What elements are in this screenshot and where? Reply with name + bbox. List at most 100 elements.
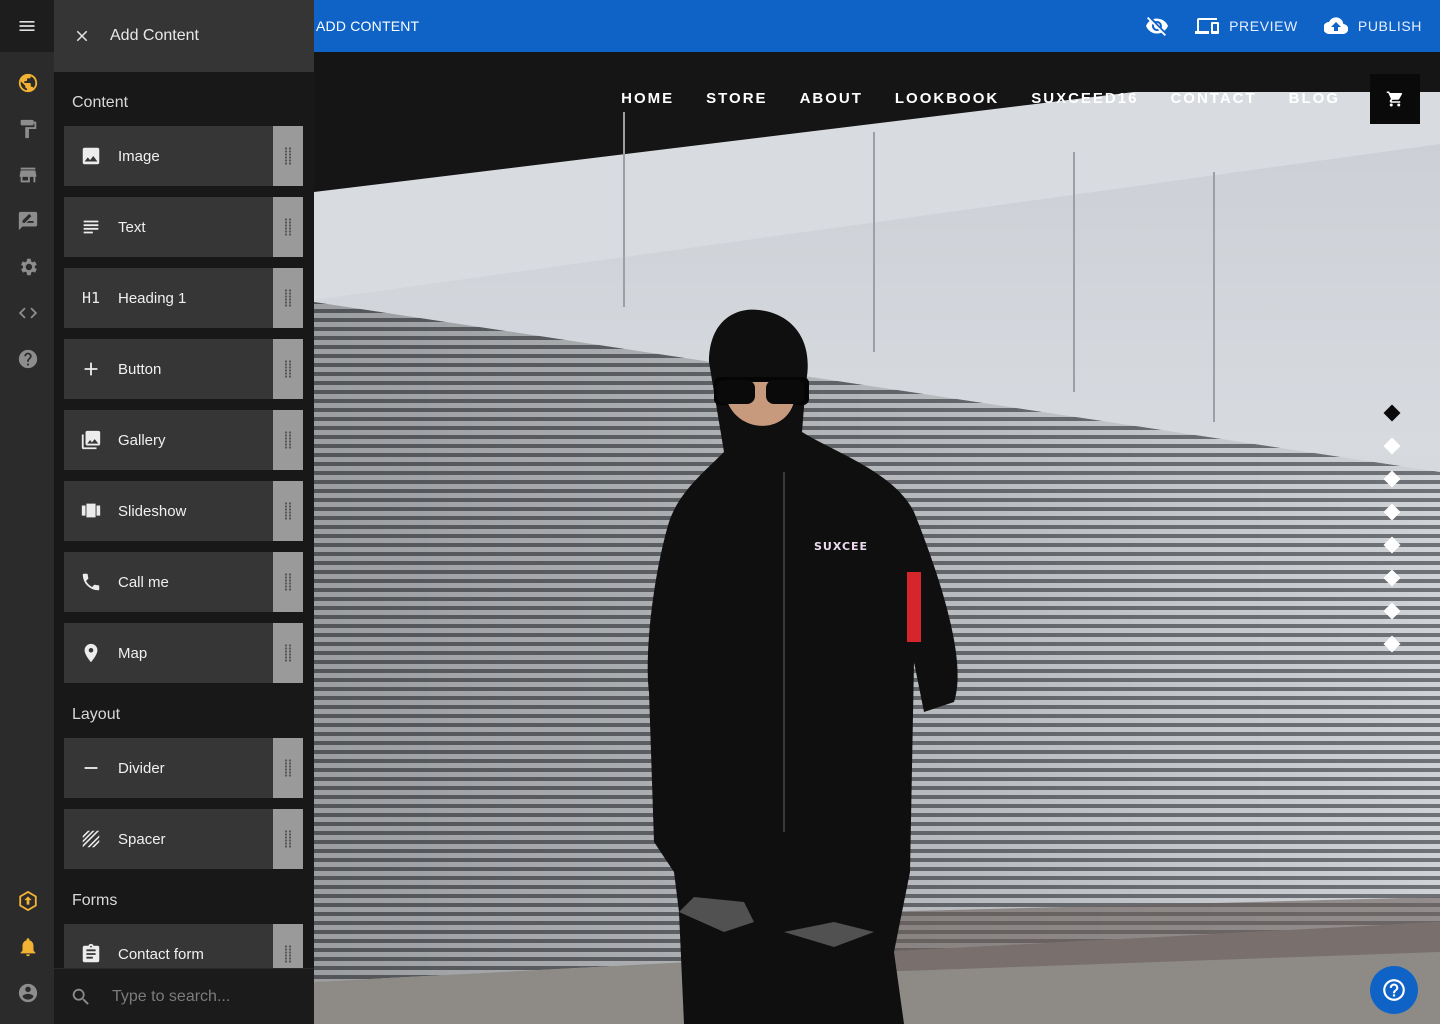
item-label: Map xyxy=(118,644,148,662)
hide-preview-button[interactable] xyxy=(1145,14,1169,38)
drag-handle-icon xyxy=(284,573,292,591)
layout-item-spacer[interactable]: Spacer xyxy=(64,809,303,869)
slide-indicator[interactable] xyxy=(1383,602,1401,620)
text-icon xyxy=(64,197,118,257)
item-label: Contact form xyxy=(118,945,204,963)
slide-indicator[interactable] xyxy=(1383,470,1401,488)
drag-handle[interactable] xyxy=(273,197,303,257)
plus-icon xyxy=(64,339,118,399)
item-label: Divider xyxy=(118,759,165,777)
search-icon xyxy=(72,988,89,1005)
drag-handle-icon xyxy=(284,945,292,963)
content-item-gallery[interactable]: Gallery xyxy=(64,410,303,470)
slide-indicator[interactable] xyxy=(1383,635,1401,653)
drag-handle[interactable] xyxy=(273,339,303,399)
editor-top-bar: ADD CONTENT PREVIEW PUBLISH xyxy=(314,0,1440,52)
code-icon[interactable] xyxy=(14,299,42,327)
item-label: Call me xyxy=(118,573,169,591)
help-button[interactable] xyxy=(1370,966,1418,1014)
devices-icon xyxy=(1195,18,1220,34)
drag-handle[interactable] xyxy=(273,126,303,186)
menu-button[interactable] xyxy=(0,0,54,52)
section-title-layout: Layout xyxy=(72,706,121,723)
item-label: Spacer xyxy=(118,830,166,848)
layout-item-divider[interactable]: Divider xyxy=(64,738,303,798)
content-item-heading-1[interactable]: H1 Heading 1 xyxy=(64,268,303,328)
drag-handle[interactable] xyxy=(273,410,303,470)
heading-icon: H1 xyxy=(64,268,118,328)
drag-handle[interactable] xyxy=(273,268,303,328)
top-bar-actions: PREVIEW PUBLISH xyxy=(1119,0,1422,52)
globe-icon[interactable] xyxy=(14,69,42,97)
slide-indicator[interactable] xyxy=(1383,569,1401,587)
site-navigation: HOME STORE ABOUT LOOKBOOK SUXCEED16 CONT… xyxy=(589,90,1340,107)
slide-indicator[interactable] xyxy=(1383,404,1401,422)
search-input[interactable] xyxy=(112,987,292,1006)
current-section-label: ADD CONTENT xyxy=(316,18,420,34)
content-item-image[interactable]: Image xyxy=(64,126,303,186)
bell-icon[interactable] xyxy=(14,933,42,961)
site-preview[interactable]: SUXCEE HOME STORE ABOUT LOOKBOOK SUXCEED… xyxy=(314,52,1440,1024)
panel-title: Add Content xyxy=(110,27,199,44)
nav-link-lookbook[interactable]: LOOKBOOK xyxy=(895,90,999,107)
item-label: Gallery xyxy=(118,431,166,449)
close-icon[interactable] xyxy=(72,26,92,46)
cloud-upload-icon xyxy=(1323,17,1348,35)
store-icon[interactable] xyxy=(14,161,42,189)
divider-icon xyxy=(64,738,118,798)
content-item-map[interactable]: Map xyxy=(64,623,303,683)
gallery-icon xyxy=(64,410,118,470)
drag-handle[interactable] xyxy=(273,623,303,683)
slide-indicator[interactable] xyxy=(1383,503,1401,521)
drag-handle-icon xyxy=(284,502,292,520)
cart-button[interactable] xyxy=(1370,74,1420,124)
section-title-content: Content xyxy=(72,94,129,111)
preview-button[interactable]: PREVIEW xyxy=(1195,14,1298,38)
slide-indicator[interactable] xyxy=(1383,437,1401,455)
slideshow-icon xyxy=(64,481,118,541)
phone-icon xyxy=(64,552,118,612)
drag-handle-icon xyxy=(284,360,292,378)
cart-icon xyxy=(1386,91,1403,107)
nav-link-about[interactable]: ABOUT xyxy=(800,90,863,107)
help-circle-icon xyxy=(1383,979,1405,1001)
heading-glyph: H1 xyxy=(81,289,101,307)
map-pin-icon xyxy=(64,623,118,683)
panel-header: Add Content xyxy=(54,0,314,72)
menu-icon xyxy=(19,21,35,31)
publish-label: PUBLISH xyxy=(1357,18,1422,34)
drag-handle-icon xyxy=(284,431,292,449)
section-title-forms: Forms xyxy=(72,892,118,909)
slide-indicator[interactable] xyxy=(1383,536,1401,554)
account-icon[interactable] xyxy=(14,979,42,1007)
edit-post-icon[interactable] xyxy=(14,207,42,235)
paint-roller-icon[interactable] xyxy=(14,115,42,143)
item-label: Slideshow xyxy=(118,502,187,520)
drag-handle[interactable] xyxy=(273,552,303,612)
upgrade-icon[interactable] xyxy=(14,887,42,915)
nav-link-blog[interactable]: BLOG xyxy=(1289,90,1340,107)
drag-handle[interactable] xyxy=(273,481,303,541)
drag-handle[interactable] xyxy=(273,809,303,869)
nav-link-suxceed16[interactable]: SUXCEED16 xyxy=(1031,90,1138,107)
content-item-button[interactable]: Button xyxy=(64,339,303,399)
publish-button[interactable]: PUBLISH xyxy=(1323,14,1422,38)
item-label: Image xyxy=(118,147,160,165)
item-label: Button xyxy=(118,360,162,378)
content-item-text[interactable]: Text xyxy=(64,197,303,257)
drag-handle-icon xyxy=(284,644,292,662)
drag-handle-icon xyxy=(284,147,292,165)
nav-link-store[interactable]: STORE xyxy=(706,90,767,107)
image-icon xyxy=(64,126,118,186)
add-content-panel: Add Content Content Image Text H1 Headin… xyxy=(54,0,314,1024)
icon-rail xyxy=(0,0,54,1024)
drag-handle[interactable] xyxy=(273,738,303,798)
help-icon[interactable] xyxy=(14,345,42,373)
nav-link-contact[interactable]: CONTACT xyxy=(1170,90,1256,107)
nav-link-home[interactable]: HOME xyxy=(621,90,674,107)
gear-icon[interactable] xyxy=(14,253,42,281)
drag-handle-icon xyxy=(284,759,292,777)
drag-handle-icon xyxy=(284,289,292,307)
content-item-slideshow[interactable]: Slideshow xyxy=(64,481,303,541)
content-item-call-me[interactable]: Call me xyxy=(64,552,303,612)
